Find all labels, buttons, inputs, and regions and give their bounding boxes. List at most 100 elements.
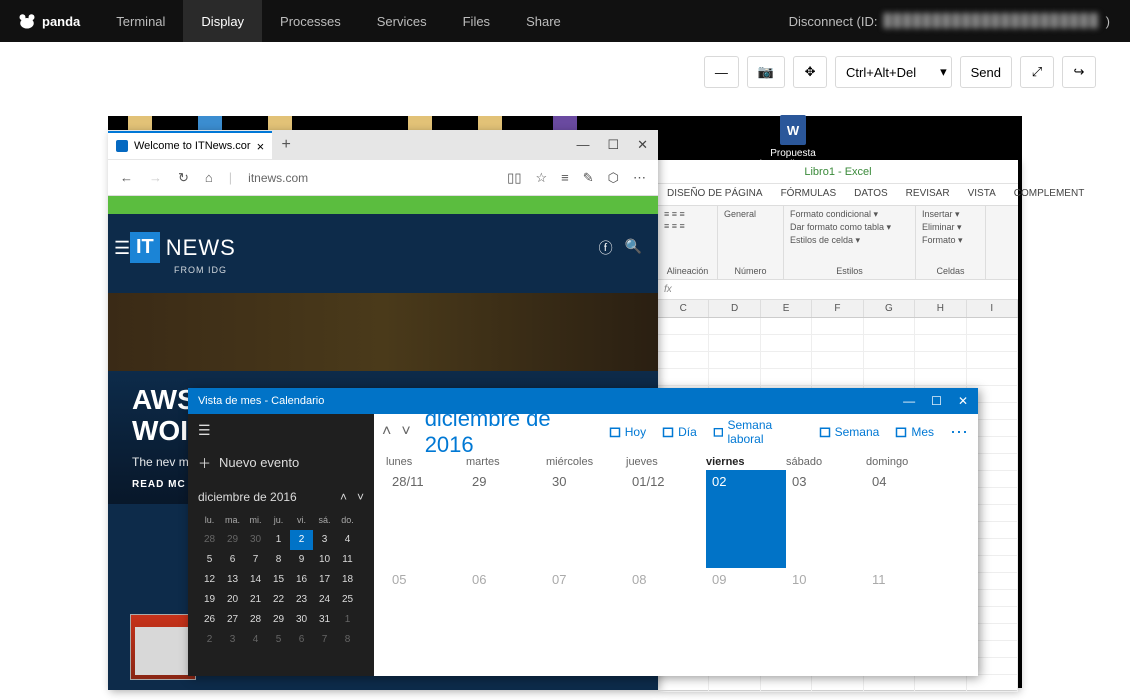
ribbon-item[interactable]: Formato ▾ bbox=[922, 235, 963, 246]
more-icon[interactable]: ⋯ bbox=[633, 170, 646, 186]
cell[interactable] bbox=[812, 675, 863, 692]
col-header[interactable]: F bbox=[812, 300, 863, 317]
cell[interactable] bbox=[709, 675, 760, 692]
ribbon-tab[interactable]: COMPLEMENT bbox=[1005, 184, 1094, 205]
cell[interactable] bbox=[967, 675, 1018, 692]
mini-day[interactable]: 29 bbox=[267, 610, 290, 630]
more-icon[interactable]: ⋯ bbox=[950, 422, 970, 443]
col-header[interactable]: H bbox=[915, 300, 966, 317]
mini-day[interactable]: 12 bbox=[198, 570, 221, 590]
ribbon-tab[interactable]: VISTA bbox=[959, 184, 1005, 205]
col-header[interactable]: D bbox=[709, 300, 760, 317]
browser-tab[interactable]: Welcome to ITNews.cor × bbox=[108, 131, 272, 159]
ribbon-tab[interactable]: FÓRMULAS bbox=[772, 184, 846, 205]
mini-day[interactable]: 6 bbox=[290, 630, 313, 650]
panda-tab-files[interactable]: Files bbox=[445, 0, 508, 42]
forward-icon[interactable]: → bbox=[149, 170, 162, 185]
cell[interactable] bbox=[812, 318, 863, 335]
ribbon-tab[interactable]: REVISAR bbox=[897, 184, 959, 205]
align-icon[interactable]: ≡ ≡ ≡ bbox=[664, 209, 685, 219]
mini-day[interactable]: 8 bbox=[336, 630, 359, 650]
col-header[interactable]: I bbox=[967, 300, 1018, 317]
screenshot-button[interactable]: 📷 bbox=[747, 56, 785, 88]
day-cell[interactable]: 30 bbox=[546, 470, 626, 568]
mini-day[interactable]: 31 bbox=[313, 610, 336, 630]
mini-day[interactable]: 30 bbox=[290, 610, 313, 630]
cell[interactable] bbox=[812, 352, 863, 369]
cell[interactable] bbox=[658, 352, 709, 369]
facebook-icon[interactable]: ⓕ bbox=[599, 238, 613, 258]
number-format-dropdown[interactable]: General bbox=[724, 209, 756, 219]
new-event-button[interactable]: ＋ Nuevo evento bbox=[198, 453, 364, 472]
mini-day[interactable]: 20 bbox=[221, 590, 244, 610]
col-header[interactable]: E bbox=[761, 300, 812, 317]
day-cell[interactable]: 03 bbox=[786, 470, 866, 568]
cell[interactable] bbox=[761, 352, 812, 369]
mini-day[interactable]: 2 bbox=[290, 530, 313, 550]
mini-day[interactable]: 28 bbox=[244, 610, 267, 630]
menu-icon[interactable]: ☰ bbox=[198, 422, 364, 439]
mini-day[interactable]: 30 bbox=[244, 530, 267, 550]
mini-day[interactable]: 3 bbox=[313, 530, 336, 550]
search-icon[interactable]: 🔍 bbox=[625, 238, 642, 258]
day-cell[interactable]: 08 bbox=[626, 568, 706, 608]
ribbon-item[interactable]: Estilos de celda ▾ bbox=[790, 235, 860, 246]
cell[interactable] bbox=[658, 335, 709, 352]
mini-day[interactable]: 7 bbox=[313, 630, 336, 650]
cell[interactable] bbox=[967, 369, 1018, 386]
refresh-icon[interactable]: ↻ bbox=[178, 170, 189, 186]
mini-day[interactable]: 23 bbox=[290, 590, 313, 610]
ribbon-item[interactable]: Dar formato como tabla ▾ bbox=[790, 222, 891, 233]
day-cell[interactable]: 05 bbox=[386, 568, 466, 608]
mini-day[interactable]: 26 bbox=[198, 610, 221, 630]
day-cell[interactable]: 04 bbox=[866, 470, 946, 568]
ribbon-item[interactable]: Eliminar ▾ bbox=[922, 222, 962, 233]
mini-day[interactable]: 25 bbox=[336, 590, 359, 610]
cell[interactable] bbox=[967, 318, 1018, 335]
home-icon[interactable]: ⌂ bbox=[205, 170, 213, 185]
cell[interactable] bbox=[658, 369, 709, 386]
cell[interactable] bbox=[761, 335, 812, 352]
panda-tab-terminal[interactable]: Terminal bbox=[98, 0, 183, 42]
mini-day[interactable]: 18 bbox=[336, 570, 359, 590]
col-header[interactable]: C bbox=[658, 300, 709, 317]
cell[interactable] bbox=[658, 675, 709, 692]
reading-icon[interactable]: ▯▯ bbox=[507, 170, 521, 186]
prev-month-icon[interactable]: ˄ bbox=[340, 490, 347, 504]
mini-day[interactable]: 9 bbox=[290, 550, 313, 570]
mini-day[interactable]: 22 bbox=[267, 590, 290, 610]
day-cell[interactable]: 02 bbox=[706, 470, 786, 568]
view-week[interactable]: Semana bbox=[819, 425, 880, 439]
cell[interactable] bbox=[709, 369, 760, 386]
window-minimize-icon[interactable]: — bbox=[903, 394, 915, 408]
remote-screen[interactable]: W Propuesta desarrollo nue… Libro1 - Exc… bbox=[108, 116, 1022, 688]
panda-tab-display[interactable]: Display bbox=[183, 0, 262, 42]
view-today[interactable]: Hoy bbox=[609, 425, 646, 439]
mini-day[interactable]: 24 bbox=[313, 590, 336, 610]
cell[interactable] bbox=[709, 335, 760, 352]
day-cell[interactable]: 29 bbox=[466, 470, 546, 568]
mini-day[interactable]: 21 bbox=[244, 590, 267, 610]
mini-day[interactable]: 14 bbox=[244, 570, 267, 590]
window-close-icon[interactable]: ✕ bbox=[637, 137, 648, 153]
mini-day[interactable]: 7 bbox=[244, 550, 267, 570]
mini-day[interactable]: 28 bbox=[198, 530, 221, 550]
panda-tab-processes[interactable]: Processes bbox=[262, 0, 359, 42]
cell[interactable] bbox=[915, 335, 966, 352]
cell[interactable] bbox=[709, 318, 760, 335]
mini-day[interactable]: 15 bbox=[267, 570, 290, 590]
mini-day[interactable]: 10 bbox=[313, 550, 336, 570]
cell[interactable] bbox=[709, 352, 760, 369]
panda-tab-services[interactable]: Services bbox=[359, 0, 445, 42]
cell[interactable] bbox=[864, 675, 915, 692]
window-maximize-icon[interactable]: ☐ bbox=[607, 137, 619, 153]
calendar-window[interactable]: Vista de mes - Calendario — ☐ ✕ ☰ ＋ Nuev… bbox=[188, 388, 978, 676]
cell[interactable] bbox=[864, 352, 915, 369]
window-minimize-icon[interactable]: — bbox=[576, 137, 589, 153]
window-close-icon[interactable]: ✕ bbox=[958, 394, 968, 408]
mini-day[interactable]: 17 bbox=[313, 570, 336, 590]
mini-day[interactable]: 16 bbox=[290, 570, 313, 590]
hub-icon[interactable]: ≡ bbox=[561, 170, 569, 186]
exit-button[interactable]: ↪ bbox=[1062, 56, 1096, 88]
close-tab-icon[interactable]: × bbox=[257, 139, 265, 154]
